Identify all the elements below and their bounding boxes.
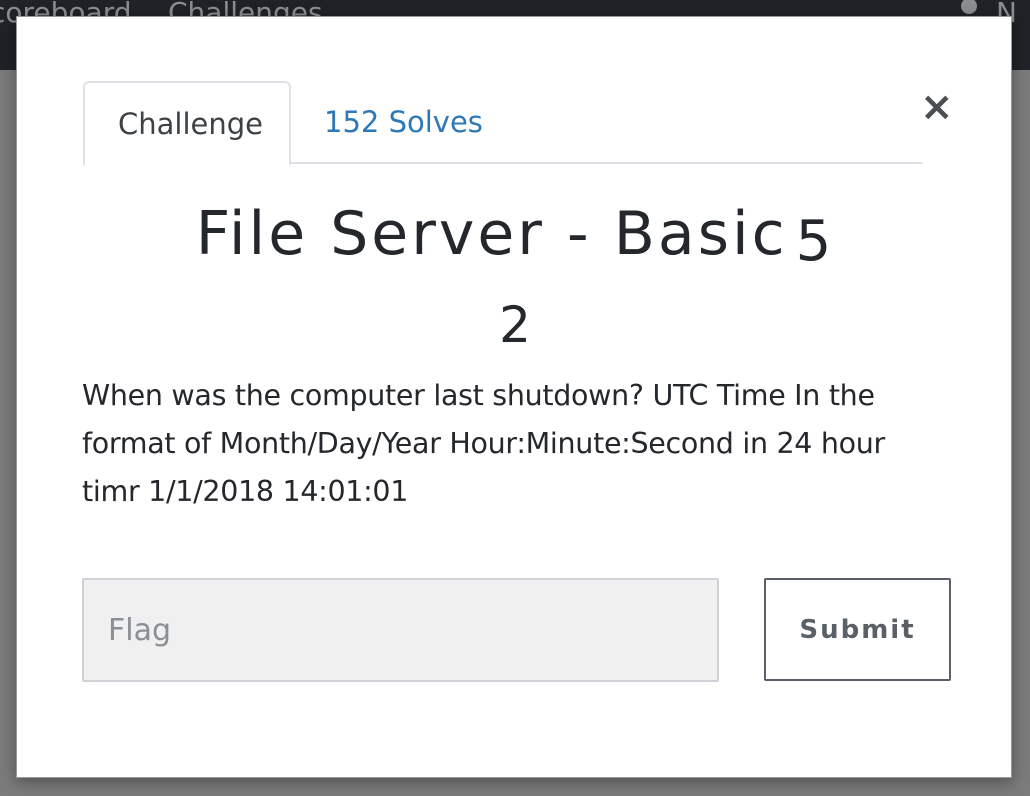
tab-challenge[interactable]: Challenge (83, 81, 291, 166)
challenge-title: File Server - Basic 5 (83, 197, 947, 274)
flag-input[interactable] (82, 578, 719, 682)
close-icon[interactable]: × (920, 87, 954, 127)
challenge-title-main: File Server - Basic (195, 199, 788, 269)
submit-button[interactable]: Submit (764, 578, 951, 681)
challenge-description: When was the computer last shutdown? UTC… (82, 379, 885, 508)
modal-tabs: Challenge 152 Solves (83, 81, 923, 166)
challenge-modal: Challenge 152 Solves × File Server - Bas… (16, 16, 1012, 778)
tab-solves[interactable]: 152 Solves (291, 81, 516, 164)
challenge-title-suffix: 5 (795, 209, 835, 274)
challenge-points: 2 (499, 296, 531, 354)
